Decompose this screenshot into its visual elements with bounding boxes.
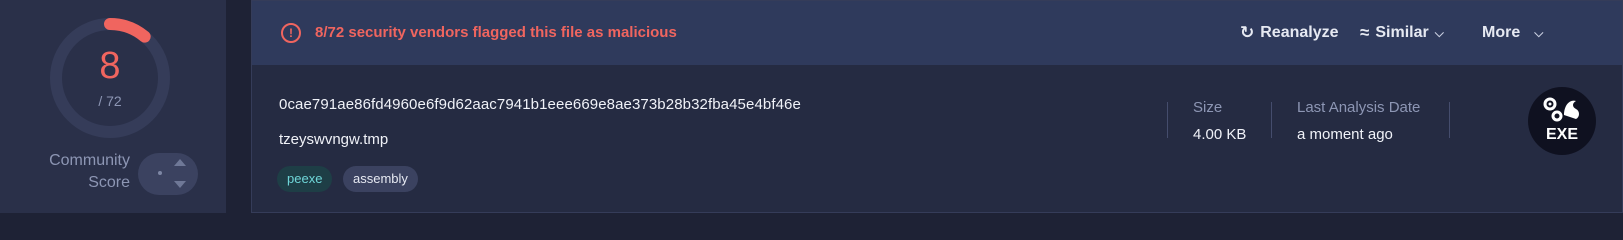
reanalyze-button[interactable]: ↻ Reanalyze (1240, 21, 1339, 45)
community-score-label-line1: Community (49, 152, 130, 169)
more-dropdown[interactable]: More ⌵ (1482, 21, 1543, 45)
similar-dropdown[interactable]: ≈ Similar ⌵ (1360, 21, 1444, 45)
file-type-label: EXE (1545, 126, 1578, 143)
similar-waves-icon: ≈ (1360, 23, 1370, 42)
community-vote-widget[interactable] (138, 153, 198, 195)
detection-gauge: 8 / 72 (48, 16, 172, 140)
detection-score-card: 8 / 72 Community Score (0, 0, 226, 213)
exe-gears-icon (1543, 97, 1579, 122)
meta-divider (1271, 102, 1272, 138)
more-label: More (1482, 24, 1521, 41)
tag-assembly[interactable]: assembly (343, 166, 418, 192)
chevron-down-icon: ⌵ (1434, 25, 1444, 40)
community-score-dot (158, 171, 162, 175)
refresh-icon: ↻ (1240, 23, 1255, 42)
file-name: tzeyswvngw.tmp (279, 131, 389, 148)
file-hash[interactable]: 0cae791ae86fd4960e6f9d62aac7941b1eee669e… (279, 96, 801, 113)
file-summary-card: ! 8/72 security vendors flagged this fil… (251, 0, 1623, 213)
size-value: 4.00 KB (1193, 126, 1247, 143)
meta-divider (1167, 102, 1168, 138)
reanalyze-label: Reanalyze (1260, 24, 1339, 41)
alert-circle-icon: ! (281, 23, 301, 43)
vote-up-icon[interactable] (174, 159, 186, 166)
community-score-label: Community Score (30, 150, 130, 194)
vote-down-icon[interactable] (174, 181, 186, 188)
alert-text: 8/72 security vendors flagged this file … (315, 24, 677, 41)
meta-divider (1449, 102, 1450, 138)
similar-label: Similar (1375, 24, 1429, 41)
size-label: Size (1193, 99, 1223, 116)
detection-count: 8 (99, 45, 121, 87)
last-analysis-value: a moment ago (1297, 126, 1393, 143)
tag-peexe[interactable]: peexe (277, 166, 333, 192)
detection-total: / 72 (98, 93, 122, 109)
malicious-alert-bar: ! 8/72 security vendors flagged this fil… (252, 1, 1622, 65)
community-score-label-line2: Score (88, 174, 130, 191)
last-analysis-label: Last Analysis Date (1297, 99, 1421, 116)
chevron-down-icon: ⌵ (1534, 25, 1544, 40)
file-type-badge: EXE (1528, 87, 1596, 155)
